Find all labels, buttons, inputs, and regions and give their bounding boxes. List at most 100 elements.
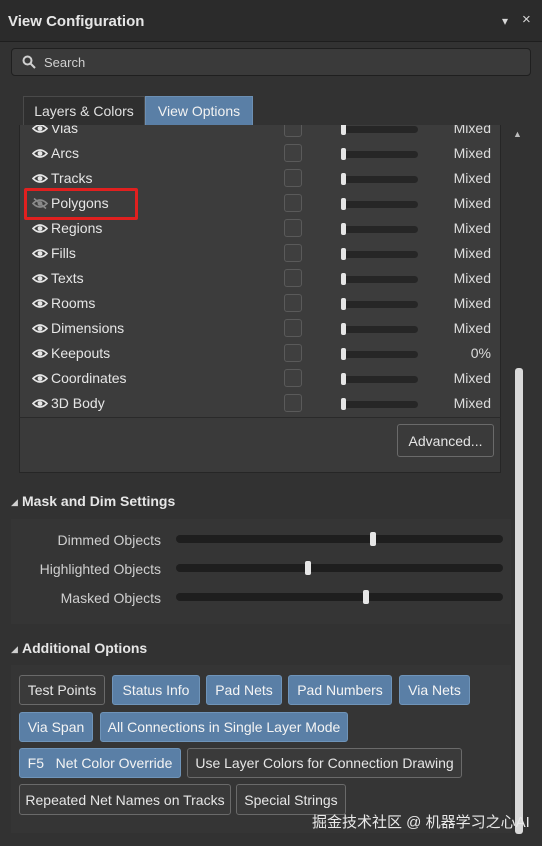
eye-icon[interactable]	[32, 148, 48, 159]
repeated-net-names-button[interactable]: Repeated Net Names on Tracks	[19, 784, 231, 815]
mask-dim-title: Mask and Dim Settings	[22, 493, 176, 509]
row-checkbox[interactable]	[284, 319, 302, 337]
list-item: Arcs Mixed	[20, 141, 500, 166]
row-transparency-slider[interactable]	[341, 398, 418, 410]
row-label: Coordinates	[51, 370, 127, 386]
panel-title: View Configuration	[8, 13, 145, 30]
list-item: Coordinates Mixed	[20, 366, 500, 391]
collapse-mask-icon[interactable]: ◢	[11, 497, 18, 508]
use-layer-colors-button[interactable]: Use Layer Colors for Connection Drawing	[187, 748, 462, 778]
watermark: 掘金技术社区 @ 机器学习之心AI	[312, 814, 530, 831]
row-checkbox[interactable]	[284, 194, 302, 212]
row-transparency-slider[interactable]	[341, 323, 418, 335]
eye-icon[interactable]	[32, 248, 48, 259]
row-transparency-slider[interactable]	[341, 198, 418, 210]
test-points-button[interactable]: Test Points	[19, 675, 105, 705]
eye-icon[interactable]	[32, 323, 48, 334]
status-info-button[interactable]: Status Info	[112, 675, 200, 705]
row-transparency-slider[interactable]	[341, 298, 418, 310]
row-checkbox[interactable]	[284, 269, 302, 287]
row-checkbox[interactable]	[284, 144, 302, 162]
eye-icon[interactable]	[32, 223, 48, 234]
row-label: Dimensions	[51, 320, 125, 336]
eye-icon[interactable]	[32, 373, 48, 384]
pad-nets-button[interactable]: Pad Nets	[206, 675, 282, 705]
object-visibility-list: Vias Mixed Arcs Mixed Tracks Mixed Polygons Mix…	[19, 125, 501, 417]
row-checkbox[interactable]	[284, 394, 302, 412]
row-checkbox[interactable]	[284, 294, 302, 312]
tab-layers-colors[interactable]: Layers & Colors	[23, 96, 145, 125]
row-transparency-slider[interactable]	[341, 248, 418, 260]
row-transparency-slider[interactable]	[341, 273, 418, 285]
collapse-additional-icon[interactable]: ◢	[11, 644, 18, 655]
row-slider-thumb[interactable]	[341, 323, 346, 335]
row-label: Texts	[51, 270, 84, 286]
row-transparency-slider[interactable]	[341, 148, 418, 160]
row-slider-thumb[interactable]	[341, 148, 346, 160]
row-value: Mixed	[453, 270, 491, 286]
eye-icon[interactable]	[32, 273, 48, 284]
all-connections-single-layer-button[interactable]: All Connections in Single Layer Mode	[100, 712, 348, 742]
row-transparency-slider[interactable]	[341, 125, 418, 135]
row-checkbox[interactable]	[284, 169, 302, 187]
highlighted-objects-thumb[interactable]	[305, 561, 311, 575]
row-slider-thumb[interactable]	[341, 298, 346, 310]
row-slider-thumb[interactable]	[341, 173, 346, 185]
eye-icon[interactable]	[32, 298, 48, 309]
row-label: Fills	[51, 245, 76, 261]
advanced-button[interactable]: Advanced...	[397, 424, 494, 457]
eye-icon[interactable]	[32, 398, 48, 409]
row-checkbox[interactable]	[284, 219, 302, 237]
row-slider-thumb[interactable]	[341, 223, 346, 235]
panel-menu-icon[interactable]: ▾	[502, 14, 508, 28]
row-label: 3D Body	[51, 395, 105, 411]
row-value: Mixed	[453, 245, 491, 261]
list-item: Rooms Mixed	[20, 291, 500, 316]
row-transparency-slider[interactable]	[341, 173, 418, 185]
dimmed-objects-slider[interactable]	[176, 532, 503, 546]
row-value: Mixed	[453, 195, 491, 211]
net-color-override-button[interactable]: F5 Net Color Override	[19, 748, 181, 778]
eye-icon[interactable]	[32, 125, 48, 134]
row-transparency-slider[interactable]	[341, 223, 418, 235]
close-icon[interactable]: ×	[522, 11, 531, 28]
row-label: Regions	[51, 220, 103, 236]
list-item: 3D Body Mixed	[20, 391, 500, 416]
search-input[interactable]	[11, 48, 531, 76]
row-checkbox[interactable]	[284, 244, 302, 262]
row-transparency-slider[interactable]	[341, 348, 418, 360]
row-checkbox[interactable]	[284, 344, 302, 362]
row-value: 0%	[470, 345, 491, 361]
search-placeholder: Search	[44, 55, 86, 70]
highlighted-objects-slider[interactable]	[176, 561, 503, 575]
row-slider-thumb[interactable]	[341, 248, 346, 260]
list-item: Fills Mixed	[20, 241, 500, 266]
search-icon	[22, 55, 36, 69]
row-slider-thumb[interactable]	[341, 125, 346, 135]
row-slider-thumb[interactable]	[341, 198, 346, 210]
list-item: Vias Mixed	[20, 125, 500, 141]
scroll-up-icon[interactable]: ▲	[513, 129, 522, 139]
masked-objects-slider[interactable]	[176, 590, 503, 604]
row-slider-thumb[interactable]	[341, 273, 346, 285]
via-nets-button[interactable]: Via Nets	[399, 675, 470, 705]
eye-icon[interactable]	[32, 173, 48, 184]
row-slider-thumb[interactable]	[341, 398, 346, 410]
row-checkbox[interactable]	[284, 125, 302, 137]
eye-icon[interactable]	[32, 348, 48, 359]
row-checkbox[interactable]	[284, 369, 302, 387]
list-item: Dimensions Mixed	[20, 316, 500, 341]
row-value: Mixed	[453, 145, 491, 161]
tab-view-options[interactable]: View Options	[145, 96, 253, 125]
scrollbar-thumb[interactable]	[515, 368, 523, 834]
row-slider-thumb[interactable]	[341, 348, 346, 360]
list-item: Texts Mixed	[20, 266, 500, 291]
row-value: Mixed	[453, 320, 491, 336]
pad-numbers-button[interactable]: Pad Numbers	[288, 675, 392, 705]
masked-objects-thumb[interactable]	[363, 590, 369, 604]
row-slider-thumb[interactable]	[341, 373, 346, 385]
row-value: Mixed	[453, 170, 491, 186]
dimmed-objects-thumb[interactable]	[370, 532, 376, 546]
via-span-button[interactable]: Via Span	[19, 712, 93, 742]
row-transparency-slider[interactable]	[341, 373, 418, 385]
